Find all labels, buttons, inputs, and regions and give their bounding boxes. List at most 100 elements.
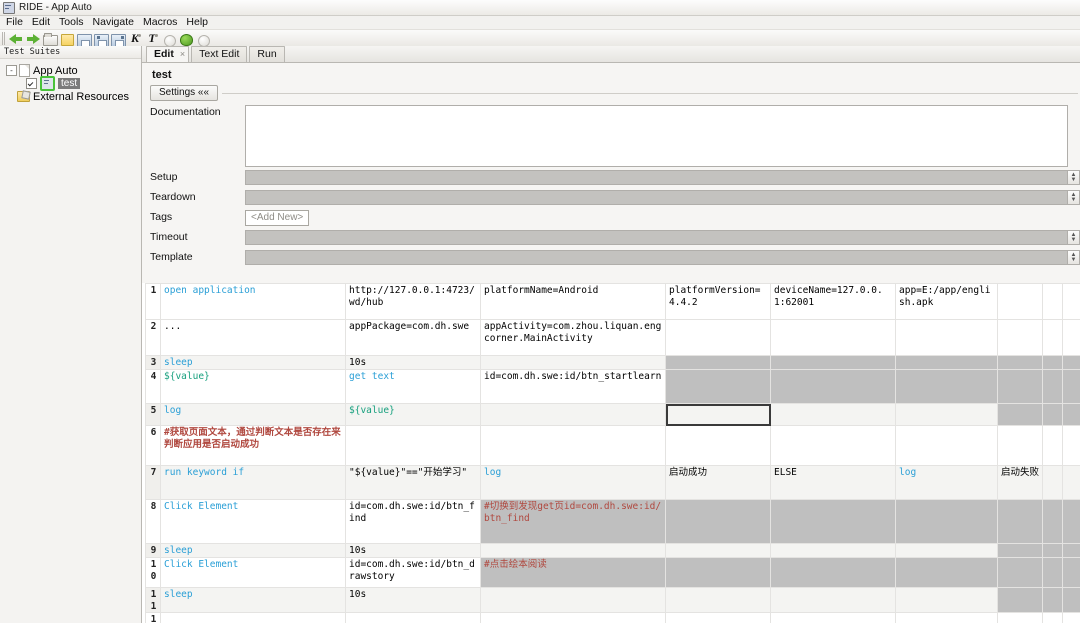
grid-cell[interactable]	[665, 355, 771, 370]
grid-cell[interactable]	[770, 355, 896, 370]
grid-cell[interactable]	[1042, 283, 1063, 320]
grid-cell[interactable]	[1042, 355, 1063, 370]
grid-cell[interactable]: sleep	[160, 587, 346, 613]
grid-cell[interactable]	[997, 319, 1043, 356]
back-arrow-icon[interactable]	[8, 31, 24, 47]
menu-item-navigate[interactable]: Navigate	[91, 16, 141, 29]
table-row[interactable]: 8 Click Element id=com.dh.swe:id/btn_find #…	[145, 499, 1080, 544]
grid-cell[interactable]: appPackage=com.dh.swe	[345, 319, 481, 356]
grid-cell[interactable]	[665, 403, 771, 426]
grid-cell[interactable]: 启动成功	[665, 465, 771, 500]
grid-cell[interactable]	[770, 612, 896, 623]
grid-cell[interactable]	[665, 557, 771, 588]
grid-cell[interactable]	[1062, 355, 1080, 370]
grid-cell[interactable]	[895, 425, 998, 466]
grid-cell[interactable]	[770, 499, 896, 544]
tree-node-test[interactable]: test	[0, 76, 141, 91]
grid-cell[interactable]: 10s	[345, 543, 481, 558]
grid-cell[interactable]: deviceName=127.0.0.1:62001	[770, 283, 896, 320]
debug-icon[interactable]	[178, 31, 194, 47]
grid-cell[interactable]: Click Element	[160, 557, 346, 588]
grid-cell[interactable]: ${value}	[345, 403, 481, 426]
grid-cell[interactable]	[1042, 403, 1063, 426]
grid-cell[interactable]	[345, 612, 481, 623]
grid-cell[interactable]	[665, 369, 771, 404]
menu-item-file[interactable]: File	[4, 16, 30, 29]
folder-icon[interactable]	[59, 31, 75, 47]
grid-cell[interactable]: #点击绘本阅读	[480, 557, 666, 588]
grid-cell[interactable]: log	[160, 403, 346, 426]
tree-node-app-auto[interactable]: - App Auto	[0, 64, 141, 77]
grid-cell[interactable]	[1042, 587, 1063, 613]
menu-item-macros[interactable]: Macros	[141, 16, 184, 29]
grid-cell[interactable]: "${value}"=="开始学习"	[345, 465, 481, 500]
table-row[interactable]: 2... appPackage=com.dh.swe appActivity=com…	[145, 319, 1080, 356]
grid-cell[interactable]	[1042, 425, 1063, 466]
grid-cell[interactable]: log	[895, 465, 998, 500]
grid-cell[interactable]	[1062, 612, 1080, 623]
grid-cell[interactable]	[770, 425, 896, 466]
grid-cell[interactable]	[997, 557, 1043, 588]
grid-cell[interactable]: ${value}	[160, 369, 346, 404]
template-field[interactable]	[245, 250, 1068, 265]
grid-cell[interactable]: appActivity=com.zhou.liquan.engcorner.Ma…	[480, 319, 666, 356]
checkbox-icon[interactable]	[26, 78, 37, 89]
grid-cell[interactable]	[665, 543, 771, 558]
save-as-icon[interactable]	[110, 31, 126, 47]
template-spinner[interactable]: ▲ ▼	[1068, 250, 1080, 265]
grid-cell[interactable]	[770, 543, 896, 558]
open-folder-icon[interactable]	[42, 31, 58, 47]
settings-toggle-button[interactable]: Settings ««	[150, 85, 219, 101]
grid-cell[interactable]	[345, 425, 481, 466]
grid-cell[interactable]: platformVersion=4.4.2	[665, 283, 771, 320]
grid-cell[interactable]	[997, 587, 1043, 613]
menu-item-help[interactable]: Help	[184, 16, 215, 29]
grid-cell[interactable]	[997, 369, 1043, 404]
tab-run[interactable]: Run	[249, 46, 285, 62]
grid-cell[interactable]	[770, 557, 896, 588]
grid-cell[interactable]: #获取页面文本，通过判断文本是否存在来判断应用是否启动成功	[160, 425, 346, 466]
save-all-icon[interactable]	[93, 31, 109, 47]
grid-cell[interactable]: ...	[160, 319, 346, 356]
grid-cell[interactable]: platformName=Android	[480, 283, 666, 320]
grid-cell[interactable]	[665, 587, 771, 613]
tab-edit[interactable]: Edit ×	[146, 46, 190, 62]
grid-cell[interactable]: 启动失败	[997, 465, 1043, 500]
grid-cell[interactable]	[1042, 319, 1063, 356]
grid-cell[interactable]	[1062, 587, 1080, 613]
table-row[interactable]: 3 sleep 10s	[145, 355, 1080, 370]
run-icon[interactable]	[161, 31, 177, 47]
expander-icon[interactable]: -	[6, 65, 17, 76]
grid-cell[interactable]	[997, 543, 1043, 558]
menu-item-edit[interactable]: Edit	[30, 16, 57, 29]
grid-cell[interactable]	[997, 283, 1043, 320]
grid-cell[interactable]: get text	[345, 369, 481, 404]
table-row[interactable]: 5 log ${value}	[145, 403, 1080, 426]
grid-cell[interactable]: Click Element	[160, 499, 346, 544]
grid-cell[interactable]: log	[480, 465, 666, 500]
forward-arrow-icon[interactable]	[25, 31, 41, 47]
grid-cell[interactable]	[1042, 543, 1063, 558]
grid-cell[interactable]: 10s	[345, 355, 481, 370]
grid-cell[interactable]	[160, 612, 346, 623]
grid-cell[interactable]: id=com.dh.swe:id/btn_drawstory	[345, 557, 481, 588]
grid-cell[interactable]	[895, 543, 998, 558]
grid-cell[interactable]	[1042, 465, 1063, 500]
grid-cell[interactable]: 10s	[345, 587, 481, 613]
grid-cell[interactable]	[480, 543, 666, 558]
grid-cell[interactable]	[997, 612, 1043, 623]
grid-cell[interactable]	[1042, 557, 1063, 588]
grid-cell[interactable]	[480, 612, 666, 623]
grid-cell[interactable]	[895, 587, 998, 613]
table-row[interactable]: 11 sleep 10s	[145, 587, 1080, 613]
grid-cell[interactable]: http://127.0.0.1:4723/wd/hub	[345, 283, 481, 320]
table-row[interactable]: 6 #获取页面文本，通过判断文本是否存在来判断应用是否启动成功	[145, 425, 1080, 466]
table-row[interactable]: 4 ${value} get text id=com.dh.swe:id/btn_st…	[145, 369, 1080, 404]
grid-cell[interactable]	[1062, 319, 1080, 356]
grid-cell[interactable]	[895, 612, 998, 623]
grid-cell[interactable]	[895, 557, 998, 588]
grid-cell[interactable]	[895, 355, 998, 370]
timeout-field[interactable]	[245, 230, 1068, 245]
grid-cell[interactable]	[1062, 499, 1080, 544]
grid-cell[interactable]: sleep	[160, 543, 346, 558]
